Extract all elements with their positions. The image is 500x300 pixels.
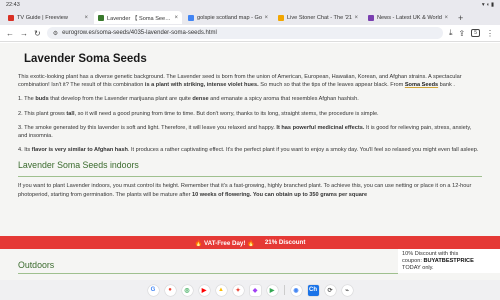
youtube-icon[interactable]: ▶ [198,284,210,296]
coupon-line: TODAY only. [402,265,434,271]
tab-stoner-chat[interactable]: Live Stoner Chat - The '21 × [274,11,362,24]
coupon-box: 10% Discount with this coupon: BUYATBEST… [398,249,500,273]
promo-right: 21% Discount [264,239,306,246]
indoors-bold: 10 weeks of flowering. You can obtain up… [192,191,368,198]
url-field[interactable]: ⚙ eurogrow.es/soma-seeds/4035-lavender-s… [46,27,443,39]
coupon-line: coupon: BUYATBESTPRICE [402,258,474,264]
new-tab-button[interactable]: + [458,13,463,23]
tab-lavender[interactable]: Lavender 【 Soma Seeds】 × [94,11,182,24]
tab-golspie-map[interactable]: golspie scotland map - Go × [184,11,272,24]
app-icon[interactable]: ◆ [249,284,261,296]
soma-seeds-link[interactable]: Soma Seeds [405,82,438,88]
address-bar: ← → ↻ ⚙ eurogrow.es/soma-seeds/4035-lave… [0,25,500,42]
intro-text: bank . [439,82,455,89]
maps-icon[interactable]: ◎ [181,284,193,296]
promo-banner[interactable]: 🔥 VAT-Free Day! 🔥 21% Discount [0,236,500,249]
list-item: 2. This plant grows tall, so it will nee… [18,110,379,117]
divider [18,176,482,178]
benefits-list: 1. The buds that develop from the Lavend… [18,95,482,154]
page-title: Lavender Soma Seeds [24,53,147,65]
back-icon[interactable]: ← [6,29,14,38]
tab-label: golspie scotland map - Go [197,14,262,21]
forward-icon[interactable]: → [20,29,28,38]
intro-paragraph: This exotic-looking plant has a diverse … [18,73,482,89]
share-icon[interactable]: ⇪ [459,29,466,38]
chrome-icon[interactable]: ◉ [290,284,302,296]
divider [283,285,285,295]
photos-icon[interactable]: ✦ [232,284,244,296]
app-icon[interactable]: ⌁ [341,284,353,296]
close-icon[interactable]: × [354,15,358,21]
settings-icon[interactable]: ⟳ [324,284,336,296]
divider [18,273,398,274]
favicon-icon [278,14,284,21]
close-icon[interactable]: × [264,15,268,21]
list-item: 4. Its flavor is very similar to Afghan … [18,147,479,154]
download-icon[interactable]: ⤓ [449,28,453,38]
status-bar: 22:43 [0,0,500,10]
url-text: eurogrow.es/soma-seeds/4035-lavender-som… [62,30,217,36]
play-store-icon[interactable]: ▶ [266,284,278,296]
close-icon[interactable]: × [84,15,88,21]
tab-label: TV Guide | Freeview [17,14,68,21]
intro-text: So much so that the tips of the leaves a… [260,82,404,89]
favicon-icon [8,14,14,21]
tab-label: News - Latest UK & World [377,14,442,21]
reload-icon[interactable]: ↻ [34,29,41,38]
tab-tv-guide[interactable]: TV Guide | Freeview × [4,11,92,24]
site-info-icon[interactable]: ⚙ [53,30,58,37]
tab-count-button[interactable]: 5 [471,29,480,37]
list-item: 1. The buds that develop from the Lavend… [18,96,359,103]
outdoors-heading: Outdoors [18,260,55,270]
indoors-heading: Lavender Soma Seeds indoors [18,160,139,171]
favicon-icon [98,14,104,21]
promo-left: 🔥 VAT-Free Day! 🔥 [194,239,255,247]
intro-bold: is a plant with striking, intense violet… [144,82,259,89]
tab-label: Lavender 【 Soma Seeds】 [107,15,173,22]
favicon-icon [188,14,194,21]
google-icon[interactable]: G [147,284,159,296]
taskbar: G ● ◎ ▶ ▲ ✦ ◆ ▶ ◉ Ch ⟳ ⌁ [0,280,500,300]
indoors-paragraph: If you want to plant Lavender indoors, y… [18,182,482,198]
menu-icon[interactable]: ⋮ [486,29,494,38]
drive-icon[interactable]: ▲ [215,284,227,296]
status-icons: ▾ ◖ ▮ [481,2,494,8]
close-icon[interactable]: × [174,15,178,21]
tab-strip: TV Guide | Freeview × Lavender 【 Soma Se… [0,10,500,25]
app-icon[interactable]: Ch [307,284,319,296]
coupon-line: 10% Discount with this [402,251,459,257]
list-item: 3. The smoke generated by this lavender … [18,124,472,140]
tab-news[interactable]: News - Latest UK & World × [364,11,452,24]
clock: 22:43 [6,2,20,8]
gmail-icon[interactable]: ● [164,284,176,296]
close-icon[interactable]: × [444,15,448,21]
favicon-icon [368,14,374,21]
tab-label: Live Stoner Chat - The '21 [287,14,353,21]
